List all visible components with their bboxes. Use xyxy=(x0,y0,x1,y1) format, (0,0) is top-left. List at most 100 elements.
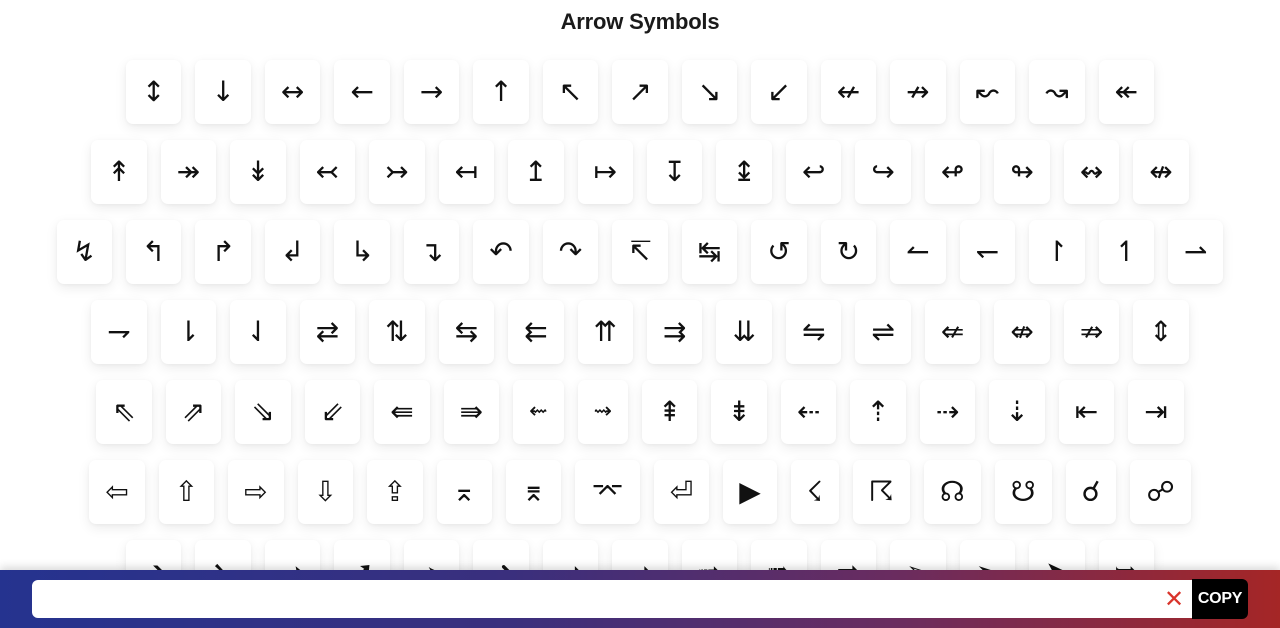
symbol-button[interactable]: ⇣ xyxy=(989,380,1045,444)
symbol-button[interactable]: ↘ xyxy=(681,60,738,124)
symbol-button[interactable]: ↡ xyxy=(230,140,286,204)
symbol-button[interactable]: ↽ xyxy=(959,220,1016,284)
symbol-button[interactable]: ↧ xyxy=(647,140,703,204)
symbol-button[interactable]: → xyxy=(403,60,460,124)
symbol-button[interactable]: ⇕ xyxy=(1133,300,1189,364)
symbol-button[interactable]: ⇜ xyxy=(513,380,564,444)
symbol-button[interactable]: ⇋ xyxy=(785,300,842,364)
symbol-button[interactable]: ⇚ xyxy=(374,380,430,444)
symbol-button[interactable]: ↕ xyxy=(125,60,182,124)
selected-symbols-input[interactable] xyxy=(32,580,1156,618)
symbol-button[interactable]: ↩ xyxy=(785,140,842,204)
symbol-button[interactable]: ☍ xyxy=(1130,460,1191,524)
symbol-button[interactable]: ↟ xyxy=(91,140,147,204)
symbol-button[interactable]: ↦ xyxy=(577,140,633,204)
symbol-button[interactable]: ⇤ xyxy=(1058,380,1115,444)
symbol-button[interactable]: ⇩ xyxy=(297,460,354,524)
symbol-button[interactable]: ← xyxy=(334,60,390,124)
symbol-button[interactable]: ↶ xyxy=(473,220,529,284)
symbol-button[interactable]: ⇛ xyxy=(443,380,500,444)
symbol-button[interactable]: ⇠ xyxy=(780,380,837,444)
symbol-button[interactable]: ⇝ xyxy=(577,380,628,444)
symbol-button[interactable]: ↮ xyxy=(1133,140,1189,204)
symbol-button[interactable]: ⇁ xyxy=(91,300,147,364)
symbol-button[interactable]: ↻ xyxy=(820,220,877,284)
symbol-button[interactable]: ↛ xyxy=(890,60,946,124)
symbol-button[interactable]: ⇃ xyxy=(230,300,286,364)
symbol-button[interactable]: ↝ xyxy=(1029,60,1085,124)
symbol-button[interactable]: ⇦ xyxy=(89,460,145,524)
symbol-button[interactable]: ↔ xyxy=(264,60,321,124)
symbol-button[interactable]: ↞ xyxy=(1098,60,1155,124)
symbol-button[interactable]: ↣ xyxy=(369,140,425,204)
symbol-button[interactable]: ↨ xyxy=(716,140,772,204)
symbol-button[interactable]: ⇨ xyxy=(228,460,284,524)
symbol-button[interactable]: ⇎ xyxy=(994,300,1050,364)
symbol-button[interactable]: ↺ xyxy=(751,220,807,284)
symbol-button[interactable]: ↰ xyxy=(125,220,182,284)
symbol-button[interactable]: ⇂ xyxy=(160,300,217,364)
symbol-button[interactable]: ↗ xyxy=(612,60,668,124)
symbol-button[interactable]: ⇖ xyxy=(96,380,152,444)
symbol-button[interactable]: ↚ xyxy=(820,60,877,124)
symbol-button[interactable]: ↸ xyxy=(612,220,668,284)
symbol-button[interactable]: ⇗ xyxy=(165,380,222,444)
symbol-button[interactable]: ⌅ xyxy=(436,460,492,524)
symbol-button[interactable]: ↭ xyxy=(1063,140,1120,204)
symbol-button[interactable]: ⇍ xyxy=(924,300,981,364)
symbol-button[interactable]: ↠ xyxy=(160,140,217,204)
symbol-button[interactable]: ⇀ xyxy=(1168,220,1224,284)
symbol-button[interactable]: ⌆ xyxy=(506,460,562,524)
symbol-button[interactable]: ↴ xyxy=(403,220,460,284)
symbol-button[interactable]: ⇄ xyxy=(299,300,356,364)
symbol-button[interactable]: ↯ xyxy=(56,220,112,284)
symbol-row: ↯ ↰ ↱ ↲ ↳ ↴ ↶ ↷ ↸ ↹ ↺ ↻ ↼ ↽ ↾ ↿ ⇀ xyxy=(0,220,1280,286)
symbol-button[interactable]: ↪ xyxy=(855,140,911,204)
symbol-button[interactable]: ⇙ xyxy=(304,380,361,444)
symbol-button[interactable]: ⇥ xyxy=(1128,380,1184,444)
symbol-button[interactable]: ⇏ xyxy=(1063,300,1120,364)
symbol-button[interactable]: ⇢ xyxy=(919,380,976,444)
symbol-button[interactable]: ↢ xyxy=(299,140,356,204)
symbol-button[interactable]: ⇪ xyxy=(367,460,423,524)
symbol-button[interactable]: ⌤ xyxy=(575,460,640,524)
symbol-button[interactable]: ↱ xyxy=(195,220,251,284)
symbol-button[interactable]: ↖ xyxy=(542,60,599,124)
copy-button[interactable]: COPY xyxy=(1192,579,1248,619)
symbol-button[interactable]: ☋ xyxy=(994,460,1052,524)
symbol-button[interactable]: ↜ xyxy=(959,60,1016,124)
symbol-button[interactable]: ⏎ xyxy=(653,460,710,524)
symbol-button[interactable]: ☌ xyxy=(1065,460,1117,524)
symbol-button[interactable]: ↷ xyxy=(542,220,599,284)
symbol-button[interactable]: ↹ xyxy=(681,220,738,284)
symbol-button[interactable]: ↫ xyxy=(924,140,981,204)
symbol-button[interactable]: ↳ xyxy=(334,220,390,284)
symbol-button[interactable]: ↿ xyxy=(1098,220,1155,284)
symbol-button[interactable]: ↲ xyxy=(264,220,321,284)
symbol-button[interactable]: ↼ xyxy=(890,220,946,284)
symbol-button[interactable]: ↑ xyxy=(473,60,529,124)
symbol-button[interactable]: ↤ xyxy=(438,140,495,204)
symbol-button[interactable]: ⇡ xyxy=(850,380,906,444)
symbol-button[interactable]: ▶ xyxy=(723,460,777,524)
symbol-button[interactable]: ⇇ xyxy=(508,300,564,364)
symbol-button[interactable]: ⇊ xyxy=(716,300,772,364)
symbol-button[interactable]: ↾ xyxy=(1029,220,1085,284)
symbol-button[interactable]: ⇉ xyxy=(647,300,703,364)
symbol-button[interactable]: ☊ xyxy=(923,460,981,524)
symbol-button[interactable]: ⇌ xyxy=(855,300,911,364)
symbol-button[interactable]: ☈ xyxy=(852,460,910,524)
symbol-button[interactable]: ⇆ xyxy=(438,300,495,364)
symbol-button[interactable]: ↓ xyxy=(195,60,251,124)
symbol-button[interactable]: ↙ xyxy=(751,60,807,124)
symbol-button[interactable]: ⇧ xyxy=(158,460,215,524)
symbol-button[interactable]: ☇ xyxy=(790,460,839,524)
symbol-button[interactable]: ⇞ xyxy=(641,380,698,444)
clear-icon[interactable]: ✕ xyxy=(1156,580,1192,618)
symbol-button[interactable]: ⇘ xyxy=(235,380,291,444)
symbol-button[interactable]: ⇅ xyxy=(369,300,425,364)
symbol-button[interactable]: ↥ xyxy=(508,140,564,204)
symbol-button[interactable]: ↬ xyxy=(994,140,1050,204)
symbol-button[interactable]: ⇟ xyxy=(711,380,767,444)
symbol-button[interactable]: ⇈ xyxy=(577,300,633,364)
